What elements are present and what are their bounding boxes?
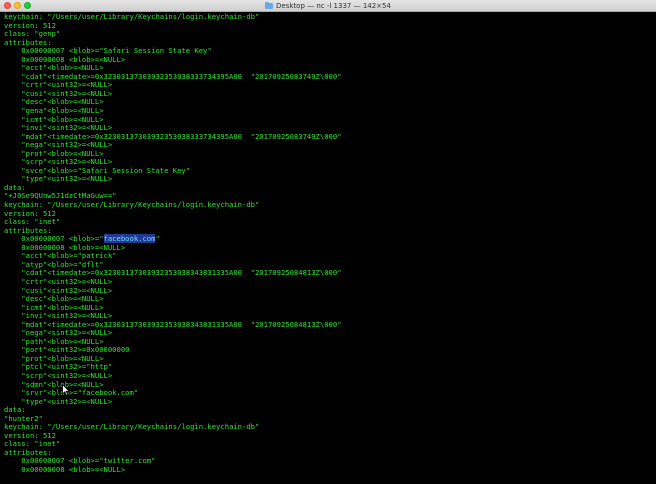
terminal-line: keychain: "/Users/user/Library/Keychains… [4,13,654,22]
terminal-line: version: 512 [4,21,654,31]
terminal-line: class: "inet" [4,217,654,227]
terminal-line: keychain: "/Users/user/Library/Keychains… [4,200,654,210]
window-title: Desktop — nc -l 1337 — 142×54 [276,1,391,10]
terminal-line: 0x00000008 <blob>=<NULL> [4,464,654,475]
window-title-group: Desktop — nc -l 1337 — 142×54 [265,1,391,10]
folder-icon [265,1,274,9]
terminal-line: version: 512 [4,209,654,219]
terminal-line: class: "inet" [4,440,654,449]
terminal-line: keychain: "/Users/user/Library/Keychains… [4,422,654,432]
terminal-line: "type"<uint32>=<NULL> [4,175,654,184]
mouse-pointer-icon [62,384,70,396]
window-controls [4,2,31,9]
maximize-button[interactable] [24,2,31,9]
title-bar[interactable]: Desktop — nc -l 1337 — 142×54 [0,0,656,12]
terminal-output[interactable]: keychain: "/Users/user/Library/Keychains… [4,13,654,484]
close-button[interactable] [4,2,11,9]
terminal-window: Desktop — nc -l 1337 — 142×54 keychain: … [0,0,656,484]
line-text-suffix: " [155,234,160,244]
terminal-line: data: [4,405,654,415]
terminal-line: version: 512 [4,431,654,441]
terminal-line: class: "genp" [4,29,654,39]
line-text: 0x00000008 <blob>=<NULL> [4,464,126,474]
minimize-button[interactable] [14,2,21,9]
terminal-line: "type"<uint32>=<NULL> [4,397,654,407]
